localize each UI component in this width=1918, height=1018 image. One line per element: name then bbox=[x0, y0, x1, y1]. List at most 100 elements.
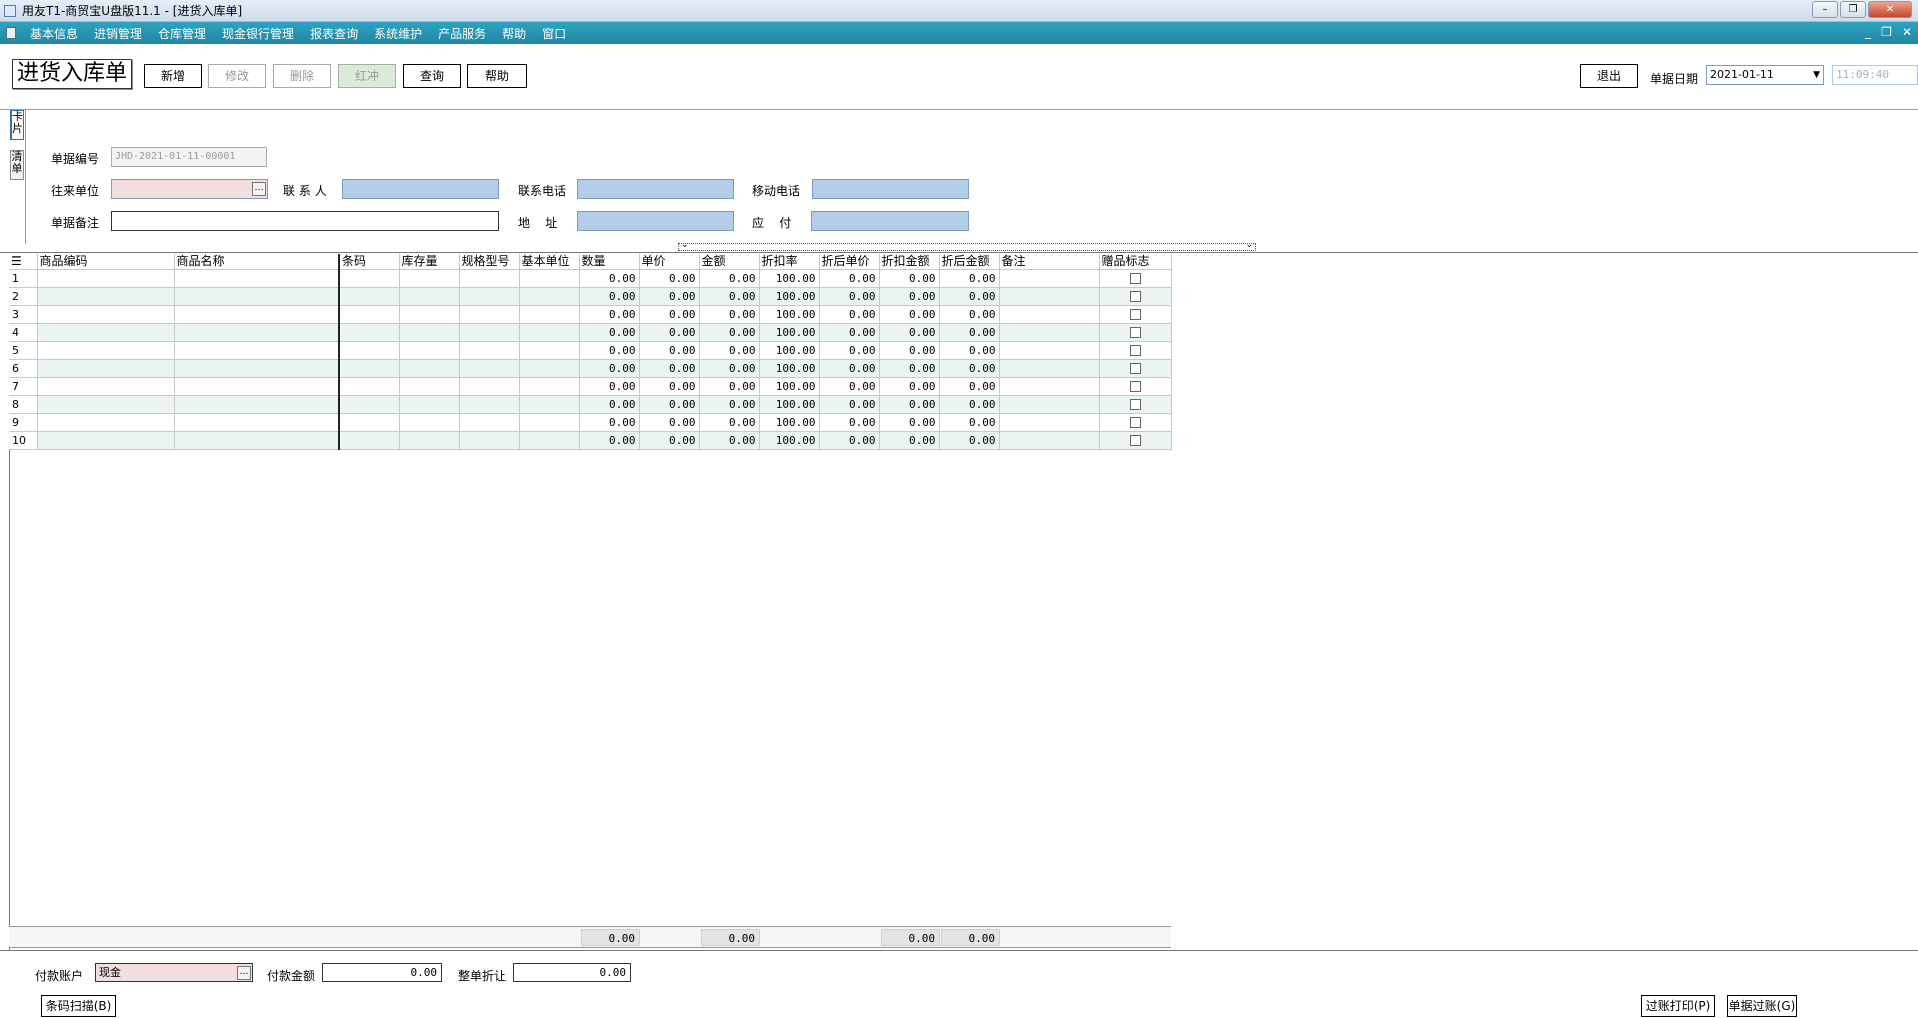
cell-price[interactable]: 0.00 bbox=[639, 323, 700, 342]
cell-amount[interactable]: 0.00 bbox=[699, 287, 760, 306]
cell-dprice[interactable]: 0.00 bbox=[819, 413, 880, 432]
gift-checkbox[interactable] bbox=[1129, 399, 1141, 410]
post-print-button[interactable]: 过账打印(P) bbox=[1641, 995, 1715, 1017]
cell-stock[interactable] bbox=[399, 359, 460, 378]
cell-qty[interactable]: 0.00 bbox=[579, 269, 640, 288]
partner-field[interactable]: … bbox=[111, 179, 268, 199]
cell-code[interactable] bbox=[37, 287, 175, 306]
cell-remark[interactable] bbox=[999, 341, 1100, 360]
cell-unit[interactable] bbox=[519, 377, 580, 396]
col-name[interactable]: 商品名称 bbox=[174, 254, 340, 270]
cell-unit[interactable] bbox=[519, 359, 580, 378]
cell-rate[interactable]: 100.00 bbox=[759, 323, 820, 342]
cell-rate[interactable]: 100.00 bbox=[759, 341, 820, 360]
cell-remark[interactable] bbox=[999, 431, 1100, 450]
restore-icon[interactable]: ❐ bbox=[1840, 1, 1866, 18]
date-select[interactable]: 2021-01-11 ▼ bbox=[1706, 65, 1824, 85]
cell-amount[interactable]: 0.00 bbox=[699, 269, 760, 288]
cell-dprice[interactable]: 0.00 bbox=[819, 269, 880, 288]
cell-price[interactable]: 0.00 bbox=[639, 287, 700, 306]
cell-remark[interactable] bbox=[999, 305, 1100, 324]
cell-after[interactable]: 0.00 bbox=[939, 269, 1000, 288]
cell-remark[interactable] bbox=[999, 413, 1100, 432]
remark-field[interactable] bbox=[111, 211, 499, 231]
grid-corner-icon[interactable]: ☰ bbox=[9, 254, 38, 270]
account-field[interactable]: 现金 … bbox=[95, 963, 253, 982]
cell-after[interactable]: 0.00 bbox=[939, 377, 1000, 396]
cell-spec[interactable] bbox=[459, 377, 520, 396]
cell-after[interactable]: 0.00 bbox=[939, 431, 1000, 450]
cell-rate[interactable]: 100.00 bbox=[759, 377, 820, 396]
ellipsis-icon[interactable]: … bbox=[237, 966, 251, 980]
col-remark[interactable]: 备注 bbox=[999, 254, 1100, 270]
cell-barcode[interactable] bbox=[339, 377, 400, 396]
gift-checkbox[interactable] bbox=[1129, 435, 1141, 446]
cell-dprice[interactable]: 0.00 bbox=[819, 305, 880, 324]
cell-spec[interactable] bbox=[459, 287, 520, 306]
gift-checkbox[interactable] bbox=[1129, 291, 1141, 302]
cell-price[interactable]: 0.00 bbox=[639, 413, 700, 432]
post-button[interactable]: 单据过账(G) bbox=[1727, 995, 1797, 1017]
chevron-down-icon[interactable]: ⌄ bbox=[1245, 240, 1253, 250]
col-amount[interactable]: 金额 bbox=[699, 254, 760, 270]
menu-system[interactable]: 系统维护 bbox=[366, 25, 430, 42]
phone-field[interactable] bbox=[577, 179, 734, 199]
cell-qty[interactable]: 0.00 bbox=[579, 341, 640, 360]
address-field[interactable] bbox=[577, 211, 734, 231]
cell-unit[interactable] bbox=[519, 431, 580, 450]
cell-damount[interactable]: 0.00 bbox=[879, 287, 940, 306]
cell-name[interactable] bbox=[174, 323, 340, 342]
cell-damount[interactable]: 0.00 bbox=[879, 341, 940, 360]
col-spec[interactable]: 规格型号 bbox=[459, 254, 520, 270]
query-button[interactable]: 查询 bbox=[403, 64, 461, 88]
cell-rate[interactable]: 100.00 bbox=[759, 269, 820, 288]
close-icon[interactable]: ✕ bbox=[1868, 1, 1912, 18]
cell-barcode[interactable] bbox=[339, 287, 400, 306]
gift-checkbox[interactable] bbox=[1129, 327, 1141, 338]
col-unit[interactable]: 基本单位 bbox=[519, 254, 580, 270]
cell-code[interactable] bbox=[37, 341, 175, 360]
cell-price[interactable]: 0.00 bbox=[639, 377, 700, 396]
help-button[interactable]: 帮助 bbox=[467, 64, 527, 88]
cell-unit[interactable] bbox=[519, 323, 580, 342]
cell-dprice[interactable]: 0.00 bbox=[819, 431, 880, 450]
cell-spec[interactable] bbox=[459, 269, 520, 288]
cell-remark[interactable] bbox=[999, 323, 1100, 342]
gift-checkbox[interactable] bbox=[1129, 381, 1141, 392]
col-discount-amount[interactable]: 折扣金额 bbox=[879, 254, 940, 270]
menu-cash-bank[interactable]: 现金银行管理 bbox=[214, 25, 302, 42]
cell-unit[interactable] bbox=[519, 287, 580, 306]
gift-checkbox[interactable] bbox=[1129, 345, 1141, 356]
cell-code[interactable] bbox=[37, 431, 175, 450]
table-row[interactable]: 9 0.00 0.00 0.00 100.00 0.00 0.00 0.00 bbox=[9, 413, 1172, 432]
cell-unit[interactable] bbox=[519, 269, 580, 288]
col-after-discount[interactable]: 折后金额 bbox=[939, 254, 1000, 270]
cell-qty[interactable]: 0.00 bbox=[579, 413, 640, 432]
menu-basic-info[interactable]: 基本信息 bbox=[22, 25, 86, 42]
menu-reports[interactable]: 报表查询 bbox=[302, 25, 366, 42]
cell-rate[interactable]: 100.00 bbox=[759, 395, 820, 414]
cell-amount[interactable]: 0.00 bbox=[699, 395, 760, 414]
contact-field[interactable] bbox=[342, 179, 499, 199]
cell-stock[interactable] bbox=[399, 377, 460, 396]
cell-code[interactable] bbox=[37, 323, 175, 342]
cell-after[interactable]: 0.00 bbox=[939, 341, 1000, 360]
exit-button[interactable]: 退出 bbox=[1580, 64, 1638, 88]
cell-code[interactable] bbox=[37, 359, 175, 378]
cell-spec[interactable] bbox=[459, 431, 520, 450]
table-row[interactable]: 7 0.00 0.00 0.00 100.00 0.00 0.00 0.00 bbox=[9, 377, 1172, 396]
cell-amount[interactable]: 0.00 bbox=[699, 341, 760, 360]
cell-unit[interactable] bbox=[519, 305, 580, 324]
cell-barcode[interactable] bbox=[339, 305, 400, 324]
cell-stock[interactable] bbox=[399, 395, 460, 414]
cell-rate[interactable]: 100.00 bbox=[759, 431, 820, 450]
cell-name[interactable] bbox=[174, 305, 340, 324]
cell-name[interactable] bbox=[174, 395, 340, 414]
mdi-restore-icon[interactable]: ❐ bbox=[1881, 25, 1892, 39]
cell-qty[interactable]: 0.00 bbox=[579, 377, 640, 396]
menu-window[interactable]: 窗口 bbox=[534, 25, 574, 42]
gift-checkbox[interactable] bbox=[1129, 363, 1141, 374]
cell-damount[interactable]: 0.00 bbox=[879, 359, 940, 378]
cell-stock[interactable] bbox=[399, 287, 460, 306]
table-row[interactable]: 6 0.00 0.00 0.00 100.00 0.00 0.00 0.00 bbox=[9, 359, 1172, 378]
